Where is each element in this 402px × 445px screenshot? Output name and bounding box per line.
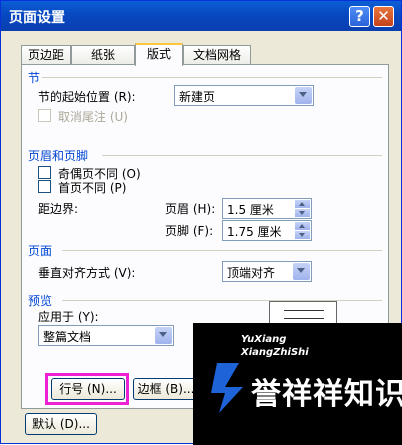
odd-even-checkbox[interactable] xyxy=(38,166,51,179)
tab-layout[interactable]: 版式 xyxy=(135,43,183,66)
footer-distance-label: 页脚 (F): xyxy=(165,224,214,238)
apply-to-value: 整篇文档 xyxy=(43,330,92,344)
spin-down-icon[interactable] xyxy=(295,209,310,217)
page-divider xyxy=(62,250,382,251)
footer-distance-value: 1.75 厘米 xyxy=(227,225,282,239)
preview-line xyxy=(284,310,324,311)
header-distance-label: 页眉 (H): xyxy=(165,202,216,216)
borders-button[interactable]: 边框 (B)... xyxy=(133,378,199,400)
header-distance-value: 1.5 厘米 xyxy=(227,203,274,217)
vertical-alignment-value: 顶端对齐 xyxy=(227,266,276,280)
tab-paper[interactable]: 纸张 xyxy=(71,45,135,65)
spin-up-icon[interactable] xyxy=(295,200,310,208)
section-divider xyxy=(42,77,382,78)
apply-to-label: 应用于 (Y): xyxy=(38,310,99,324)
chevron-down-icon[interactable] xyxy=(293,263,310,280)
window-title: 页面设置 xyxy=(9,10,65,26)
vertical-alignment-label: 垂直对齐方式 (V): xyxy=(38,266,136,280)
watermark-text: 誉祥祥知识 xyxy=(251,377,402,412)
vertical-alignment-select[interactable]: 顶端对齐 xyxy=(222,261,312,282)
headers-footers-divider xyxy=(102,155,382,156)
spin-up-icon[interactable] xyxy=(295,222,310,230)
watermark-logo: YuXiang XiangZhiShi 誉祥祥知识 xyxy=(193,323,402,445)
chevron-down-icon[interactable] xyxy=(295,87,312,104)
tab-document-grid[interactable]: 文档网格 xyxy=(183,45,251,65)
page-header: 页面 xyxy=(28,244,53,258)
section-start-select[interactable]: 新建页 xyxy=(174,85,314,106)
logo-mark-icon xyxy=(211,363,243,413)
title-bar: 页面设置 ? ✕ xyxy=(1,1,401,31)
help-button[interactable]: ? xyxy=(349,6,370,27)
suppress-endnotes-checkbox[interactable] xyxy=(38,109,51,122)
page-setup-dialog: 页面设置 ? ✕ 页边距 纸张 版式 文档网格 节 节的起始位置 (R): 新建… xyxy=(0,0,402,445)
apply-to-select[interactable]: 整篇文档 xyxy=(38,325,174,346)
headers-footers-header: 页眉和页脚 xyxy=(28,149,89,163)
header-distance-spinner[interactable]: 1.5 厘米 xyxy=(222,198,312,219)
highlight-box xyxy=(45,373,129,405)
preview-header: 预览 xyxy=(28,294,53,308)
first-page-checkbox[interactable] xyxy=(38,180,51,193)
section-start-label: 节的起始位置 (R): xyxy=(38,90,136,104)
footer-distance-spinner[interactable]: 1.75 厘米 xyxy=(222,220,312,241)
spin-down-icon[interactable] xyxy=(295,231,310,239)
section-header: 节 xyxy=(28,71,41,85)
watermark-small-text: YuXiang XiangZhiShi xyxy=(241,333,309,359)
suppress-endnotes-label: 取消尾注 (U) xyxy=(58,110,128,124)
from-edge-label: 距边界: xyxy=(38,202,79,216)
preview-line xyxy=(284,318,324,319)
watermark-line1: YuXiang xyxy=(241,334,287,345)
close-button[interactable]: ✕ xyxy=(373,6,394,27)
first-page-label: 首页不同 (P) xyxy=(58,181,127,195)
tab-margins[interactable]: 页边距 xyxy=(21,45,71,65)
default-button[interactable]: 默认 (D)... xyxy=(25,413,97,435)
watermark-line2: XiangZhiShi xyxy=(241,347,309,358)
section-start-value: 新建页 xyxy=(179,90,216,104)
chevron-down-icon[interactable] xyxy=(155,327,172,344)
